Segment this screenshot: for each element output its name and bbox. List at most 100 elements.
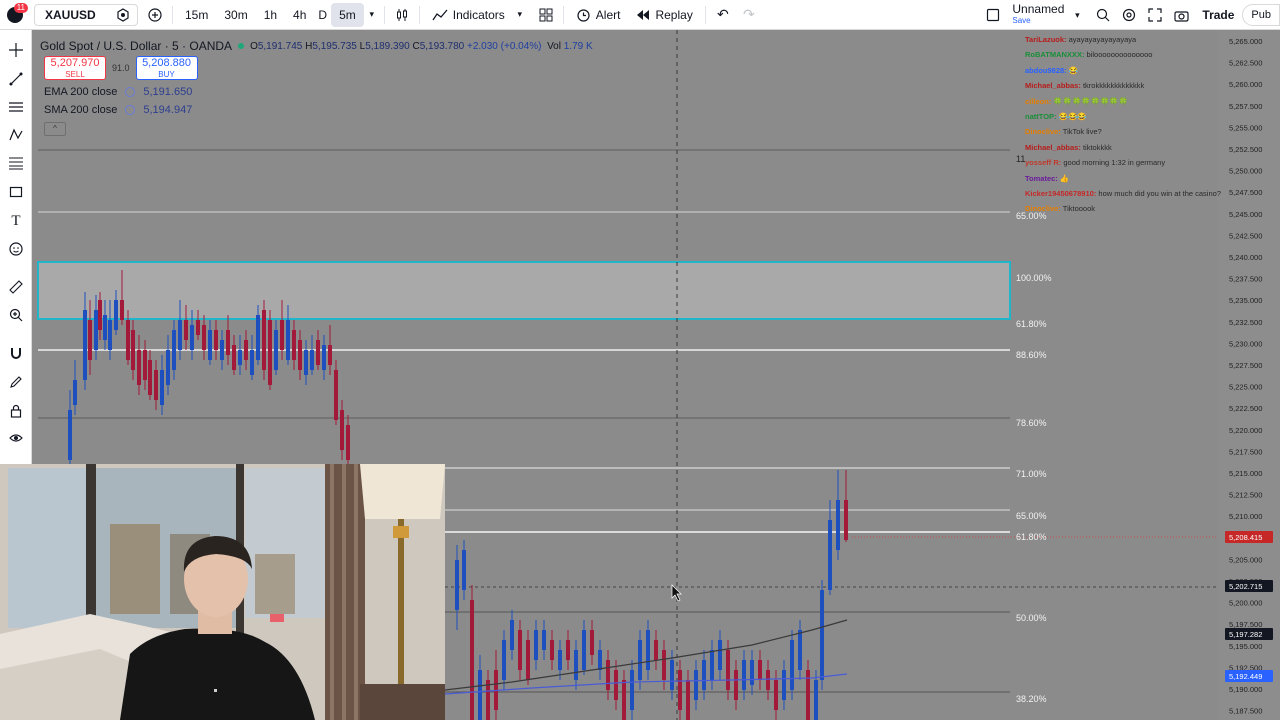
candle-body (766, 670, 770, 690)
candle-body (750, 660, 754, 685)
lock-icon[interactable] (6, 401, 26, 421)
candle-body (646, 630, 650, 670)
candle-body (550, 640, 554, 660)
candle-body (662, 650, 666, 680)
fib-level-label: 61.80% (1016, 532, 1047, 542)
indicator-sma[interactable]: SMA 200 close 5,194.947 (44, 104, 192, 116)
symbol-watch-icon[interactable] (110, 3, 136, 27)
price-tick-label: 5,195.000 (1229, 642, 1262, 651)
chevron-down-icon[interactable]: ▾ (364, 3, 380, 27)
candles-chart-type-icon[interactable] (389, 3, 415, 27)
candle-body (73, 380, 77, 405)
chat-username: RoBATMANXXX: (1025, 50, 1085, 60)
magnet-icon[interactable] (6, 343, 26, 363)
drawing-lock-pencil-icon[interactable] (6, 372, 26, 392)
chat-username: Kicker19450678910: (1025, 189, 1097, 199)
toolbar-divider (562, 5, 564, 24)
crosshair-label: 11 (1016, 154, 1025, 164)
buy-button[interactable]: 5,208.880 BUY (135, 56, 198, 80)
interval-4h[interactable]: 4h (285, 3, 314, 27)
layout-templates-icon[interactable] (533, 3, 559, 27)
chat-text: how much did you win at the casino? (1096, 189, 1221, 199)
trend-line-icon[interactable] (6, 69, 26, 89)
candle-body (292, 330, 296, 360)
menu-logo-button[interactable]: 11 (0, 0, 30, 30)
save-label[interactable]: Save (1012, 15, 1030, 26)
toolbar-divider (383, 5, 385, 24)
sell-button[interactable]: 5,207.970 SELL (44, 56, 106, 80)
toolbar-divider (704, 5, 706, 24)
interval-5m[interactable]: 5m (331, 2, 364, 27)
indicator-ema[interactable]: EMA 200 close 5,191.650 (44, 86, 192, 98)
interval-30m[interactable]: 30m (216, 3, 255, 27)
compare-add-icon[interactable] (142, 3, 168, 27)
fib-level-label: 61.80% (1016, 319, 1047, 329)
candle-body (820, 590, 824, 680)
candle-body (298, 340, 302, 370)
quick-search-icon[interactable] (1090, 3, 1116, 27)
crosshair-cursor-icon[interactable] (6, 40, 26, 60)
settings-gear-icon[interactable] (1116, 3, 1142, 27)
horizontal-lines-icon[interactable] (6, 97, 26, 117)
zoom-in-icon[interactable] (6, 305, 26, 325)
interval-d[interactable]: D (314, 3, 331, 27)
candle-body (758, 660, 762, 680)
change-value: +2.030 (+0.04%) (467, 40, 542, 52)
rectangle-shape-icon[interactable] (6, 182, 26, 202)
fullscreen-icon[interactable] (1142, 3, 1168, 27)
interval-1h[interactable]: 1h (256, 3, 285, 27)
fib-retracement-icon[interactable] (6, 153, 26, 173)
chevron-down-icon[interactable]: ▾ (513, 3, 527, 27)
candle-body (214, 330, 218, 350)
price-tick-label: 5,222.500 (1229, 404, 1262, 413)
chat-username: Dinoclive: (1025, 127, 1061, 137)
candle-body (534, 630, 538, 660)
candle-body (622, 680, 626, 720)
price-tick-label: 5,220.000 (1229, 426, 1262, 435)
settings-icon[interactable] (125, 105, 136, 115)
fib-zone-rectangle[interactable] (37, 261, 1011, 320)
candle-body (686, 680, 690, 720)
candle-body (202, 325, 206, 350)
chat-text: tiktokkkk (1080, 142, 1112, 152)
spread-value: 91.0 (112, 63, 130, 73)
layout-name[interactable]: Unnamed Save (1006, 3, 1070, 26)
candle-body (250, 350, 254, 375)
publish-button[interactable]: Pub (1242, 4, 1280, 26)
replay-button[interactable]: Replay (628, 3, 700, 27)
emoji-icon[interactable] (6, 239, 26, 259)
candle-body (566, 640, 570, 660)
candle-body (154, 370, 158, 400)
candle-body (208, 330, 212, 360)
alert-button[interactable]: Alert (568, 3, 629, 27)
price-tick-label: 5,237.500 (1229, 275, 1262, 284)
collapse-legend-button[interactable]: ^ (44, 122, 66, 136)
chevron-down-icon[interactable]: ▾ (1070, 3, 1084, 27)
snapshot-camera-icon[interactable] (1168, 3, 1194, 27)
candle-body (836, 500, 840, 550)
replay-label: Replay (655, 7, 693, 22)
ruler-measure-icon[interactable] (6, 277, 26, 297)
indicator-name: SMA 200 close (44, 104, 118, 116)
chat-text: good morning 1:32 in germany (1061, 158, 1166, 168)
candle-body (478, 670, 482, 720)
visibility-eye-icon[interactable] (6, 428, 26, 448)
chat-username: Tomatec: (1025, 173, 1058, 183)
text-tool-icon[interactable]: T (6, 211, 26, 231)
redo-icon[interactable]: ↷ (736, 3, 762, 27)
settings-icon[interactable] (125, 87, 136, 97)
pattern-tool-icon[interactable] (6, 125, 26, 145)
fib-level-label: 65.00% (1016, 511, 1047, 521)
chat-message: Dinoclive: TikTok live? (1025, 124, 1275, 139)
candle-body (582, 630, 586, 670)
webcam-video-frame (0, 464, 445, 720)
symbol-title[interactable]: Gold Spot / U.S. Dollar · 5 · OANDA (40, 39, 232, 53)
candle-body (518, 630, 522, 670)
indicators-button[interactable]: Indicators (424, 3, 513, 27)
layout-checkbox-icon[interactable] (980, 3, 1006, 27)
interval-15m[interactable]: 15m (177, 3, 216, 27)
undo-icon[interactable]: ↶ (710, 3, 736, 27)
candle-body (614, 670, 618, 700)
price-tick-label: 5,197.500 (1229, 620, 1262, 629)
trade-button[interactable]: Trade (1194, 4, 1242, 26)
